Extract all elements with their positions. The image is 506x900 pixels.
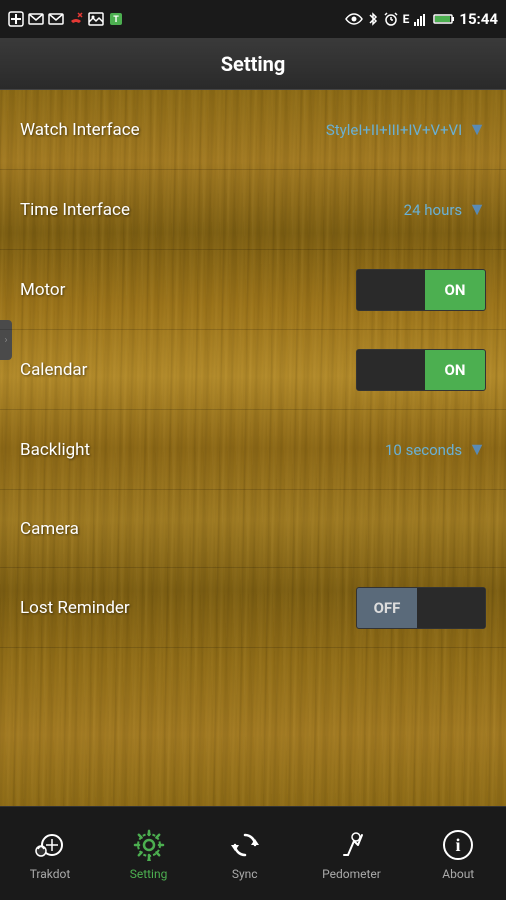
setting-icon [131,827,167,863]
alarm-icon [383,11,399,27]
lost-reminder-toggle[interactable]: OFF [356,587,486,629]
image-icon [88,12,104,26]
time-interface-row: Time Interface 24 hours ▼ [0,170,506,250]
calendar-row: Calendar ON [0,330,506,410]
calendar-label: Calendar [20,360,87,380]
about-label: About [442,867,474,881]
setting-label: Setting [130,867,168,881]
nav-item-trakdot[interactable]: Trakdot [18,819,83,889]
time-interface-label: Time Interface [20,200,130,220]
signal-bars-icon [413,12,429,26]
nav-item-setting[interactable]: Setting [118,819,180,889]
watch-interface-label: Watch Interface [20,120,140,140]
backlight-dropdown-icon[interactable]: ▼ [468,439,486,460]
camera-row: Camera [0,490,506,568]
main-content: › Watch Interface StyleI+II+III+IV+V+VI … [0,90,506,806]
tracking-icon: T [108,11,124,27]
email-icon [28,13,44,25]
calendar-toggle-on-label: ON [425,350,485,390]
motor-toggle-on-label: ON [425,270,485,310]
lost-reminder-row: Lost Reminder OFF [0,568,506,648]
status-bar: T E 15:44 [0,0,506,38]
watch-interface-value[interactable]: StyleI+II+III+IV+V+VI ▼ [326,119,486,140]
motor-label: Motor [20,280,65,300]
nav-item-pedometer[interactable]: Pedometer [310,819,393,889]
backlight-row: Backlight 10 seconds ▼ [0,410,506,490]
camera-label: Camera [20,519,79,539]
time-interface-value[interactable]: 24 hours ▼ [404,199,486,220]
status-icons-left: T [8,11,124,27]
lost-reminder-label: Lost Reminder [20,598,130,618]
about-icon: i [440,827,476,863]
bluetooth-icon [367,11,379,27]
watch-interface-dropdown-icon[interactable]: ▼ [468,119,486,140]
backlight-text: 10 seconds [385,441,462,459]
lost-reminder-toggle-off-label: OFF [357,588,417,628]
title-bar: Setting [0,38,506,90]
pedometer-label: Pedometer [322,867,381,881]
svg-text:T: T [113,15,119,25]
motor-toggle[interactable]: ON [356,269,486,311]
calendar-toggle[interactable]: ON [356,349,486,391]
nav-item-sync[interactable]: Sync [215,819,275,889]
nav-item-about[interactable]: i About [428,819,488,889]
add-icon [8,11,24,27]
motor-row: Motor ON [0,250,506,330]
time-interface-dropdown-icon[interactable]: ▼ [468,199,486,220]
watch-interface-row: Watch Interface StyleI+II+III+IV+V+VI ▼ [0,90,506,170]
missed-call-icon [68,11,84,27]
calendar-toggle-off-area [357,350,425,390]
watch-interface-text: StyleI+II+III+IV+V+VI [326,121,462,139]
eye-icon [345,13,363,25]
motor-toggle-off-area [357,270,425,310]
time-interface-text: 24 hours [404,201,463,219]
battery-icon [433,13,455,25]
status-time: 15:44 [459,10,498,28]
trakdot-icon [32,827,68,863]
trakdot-label: Trakdot [30,867,71,881]
lost-reminder-toggle-on-area [417,588,485,628]
sync-icon [227,827,263,863]
backlight-label: Backlight [20,440,90,460]
page-title: Setting [221,52,286,76]
pedometer-icon [334,827,370,863]
svg-text:i: i [456,835,461,855]
signal-e-icon: E [403,12,410,26]
bottom-nav: Trakdot Setting Sync [0,806,506,900]
email2-icon [48,13,64,25]
sync-label: Sync [232,867,258,881]
status-icons-right: E 15:44 [345,10,498,28]
backlight-value[interactable]: 10 seconds ▼ [385,439,486,460]
